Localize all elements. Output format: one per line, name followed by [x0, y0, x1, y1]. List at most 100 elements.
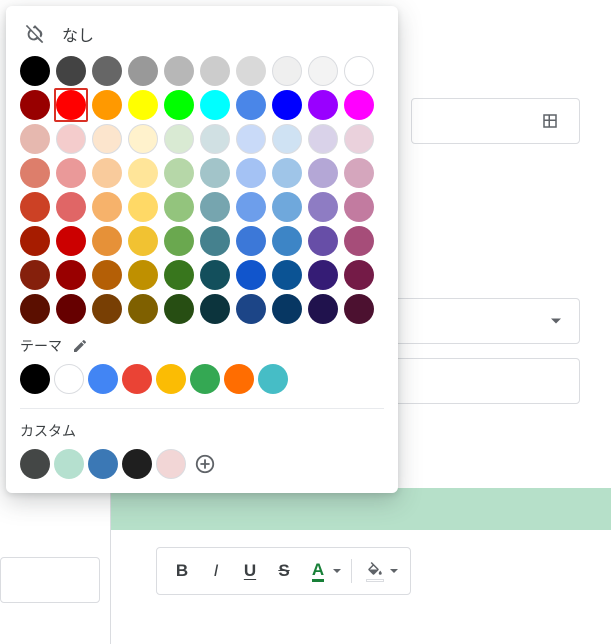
color-swatch[interactable] — [308, 90, 338, 120]
color-swatch[interactable] — [272, 124, 302, 154]
color-swatch[interactable] — [122, 364, 152, 394]
color-swatch[interactable] — [56, 226, 86, 256]
color-swatch[interactable] — [164, 56, 194, 86]
color-swatch[interactable] — [128, 260, 158, 290]
color-swatch[interactable] — [92, 294, 122, 324]
color-swatch[interactable] — [20, 124, 50, 154]
color-swatch[interactable] — [344, 192, 374, 222]
color-swatch[interactable] — [200, 192, 230, 222]
color-swatch[interactable] — [344, 124, 374, 154]
insert-table-button[interactable] — [411, 98, 580, 144]
color-swatch[interactable] — [56, 90, 86, 120]
color-swatch[interactable] — [236, 124, 266, 154]
bold-button[interactable]: B — [165, 554, 199, 588]
color-swatch[interactable] — [200, 124, 230, 154]
color-swatch[interactable] — [128, 294, 158, 324]
color-swatch[interactable] — [344, 294, 374, 324]
color-swatch[interactable] — [54, 364, 84, 394]
underline-button[interactable]: U — [233, 554, 267, 588]
color-swatch[interactable] — [156, 364, 186, 394]
color-swatch[interactable] — [128, 124, 158, 154]
fill-color-button[interactable] — [358, 554, 402, 588]
color-swatch[interactable] — [54, 449, 84, 479]
color-swatch[interactable] — [344, 260, 374, 290]
color-swatch[interactable] — [236, 90, 266, 120]
color-swatch[interactable] — [344, 90, 374, 120]
color-swatch[interactable] — [272, 294, 302, 324]
color-swatch[interactable] — [200, 260, 230, 290]
color-swatch[interactable] — [122, 449, 152, 479]
color-swatch[interactable] — [164, 260, 194, 290]
color-swatch[interactable] — [128, 90, 158, 120]
color-swatch[interactable] — [92, 226, 122, 256]
color-swatch[interactable] — [236, 56, 266, 86]
color-swatch[interactable] — [236, 226, 266, 256]
add-custom-color-button[interactable] — [190, 449, 220, 479]
color-swatch[interactable] — [308, 294, 338, 324]
color-swatch[interactable] — [308, 192, 338, 222]
color-swatch[interactable] — [20, 449, 50, 479]
color-swatch[interactable] — [164, 158, 194, 188]
text-color-button[interactable]: A — [301, 554, 345, 588]
color-swatch[interactable] — [272, 158, 302, 188]
color-swatch[interactable] — [236, 294, 266, 324]
color-swatch[interactable] — [156, 449, 186, 479]
color-swatch[interactable] — [236, 260, 266, 290]
color-swatch[interactable] — [308, 260, 338, 290]
color-swatch[interactable] — [308, 124, 338, 154]
color-swatch[interactable] — [92, 124, 122, 154]
edit-theme-button[interactable] — [72, 338, 88, 354]
color-swatch[interactable] — [92, 158, 122, 188]
color-swatch[interactable] — [164, 226, 194, 256]
color-swatch[interactable] — [272, 226, 302, 256]
color-swatch[interactable] — [236, 192, 266, 222]
color-swatch[interactable] — [164, 192, 194, 222]
input-field-left[interactable] — [0, 557, 100, 603]
color-swatch[interactable] — [88, 449, 118, 479]
color-swatch[interactable] — [56, 158, 86, 188]
color-swatch[interactable] — [344, 158, 374, 188]
italic-button[interactable]: I — [199, 554, 233, 588]
color-swatch[interactable] — [92, 260, 122, 290]
color-swatch[interactable] — [190, 364, 220, 394]
color-swatch[interactable] — [88, 364, 118, 394]
color-swatch[interactable] — [272, 192, 302, 222]
color-swatch[interactable] — [344, 56, 374, 86]
color-swatch[interactable] — [92, 192, 122, 222]
color-swatch[interactable] — [128, 226, 158, 256]
color-swatch[interactable] — [56, 294, 86, 324]
color-swatch[interactable] — [128, 56, 158, 86]
color-swatch[interactable] — [200, 90, 230, 120]
color-swatch[interactable] — [56, 56, 86, 86]
color-swatch[interactable] — [20, 226, 50, 256]
color-swatch[interactable] — [128, 192, 158, 222]
color-swatch[interactable] — [272, 90, 302, 120]
color-swatch[interactable] — [200, 158, 230, 188]
color-swatch[interactable] — [200, 294, 230, 324]
color-swatch[interactable] — [200, 56, 230, 86]
color-swatch[interactable] — [20, 192, 50, 222]
color-swatch[interactable] — [224, 364, 254, 394]
color-swatch[interactable] — [20, 158, 50, 188]
color-swatch[interactable] — [272, 56, 302, 86]
color-swatch[interactable] — [200, 226, 230, 256]
color-swatch[interactable] — [308, 56, 338, 86]
color-swatch[interactable] — [20, 56, 50, 86]
color-swatch[interactable] — [56, 192, 86, 222]
color-swatch[interactable] — [20, 90, 50, 120]
color-swatch[interactable] — [92, 56, 122, 86]
color-swatch[interactable] — [128, 158, 158, 188]
color-swatch[interactable] — [20, 260, 50, 290]
color-swatch[interactable] — [92, 90, 122, 120]
color-swatch[interactable] — [56, 124, 86, 154]
color-swatch[interactable] — [258, 364, 288, 394]
color-swatch[interactable] — [344, 226, 374, 256]
strikethrough-button[interactable]: S — [267, 554, 301, 588]
color-swatch[interactable] — [164, 90, 194, 120]
color-swatch[interactable] — [164, 124, 194, 154]
color-swatch[interactable] — [20, 294, 50, 324]
color-swatch[interactable] — [164, 294, 194, 324]
color-swatch[interactable] — [308, 158, 338, 188]
color-swatch[interactable] — [20, 364, 50, 394]
color-swatch[interactable] — [272, 260, 302, 290]
